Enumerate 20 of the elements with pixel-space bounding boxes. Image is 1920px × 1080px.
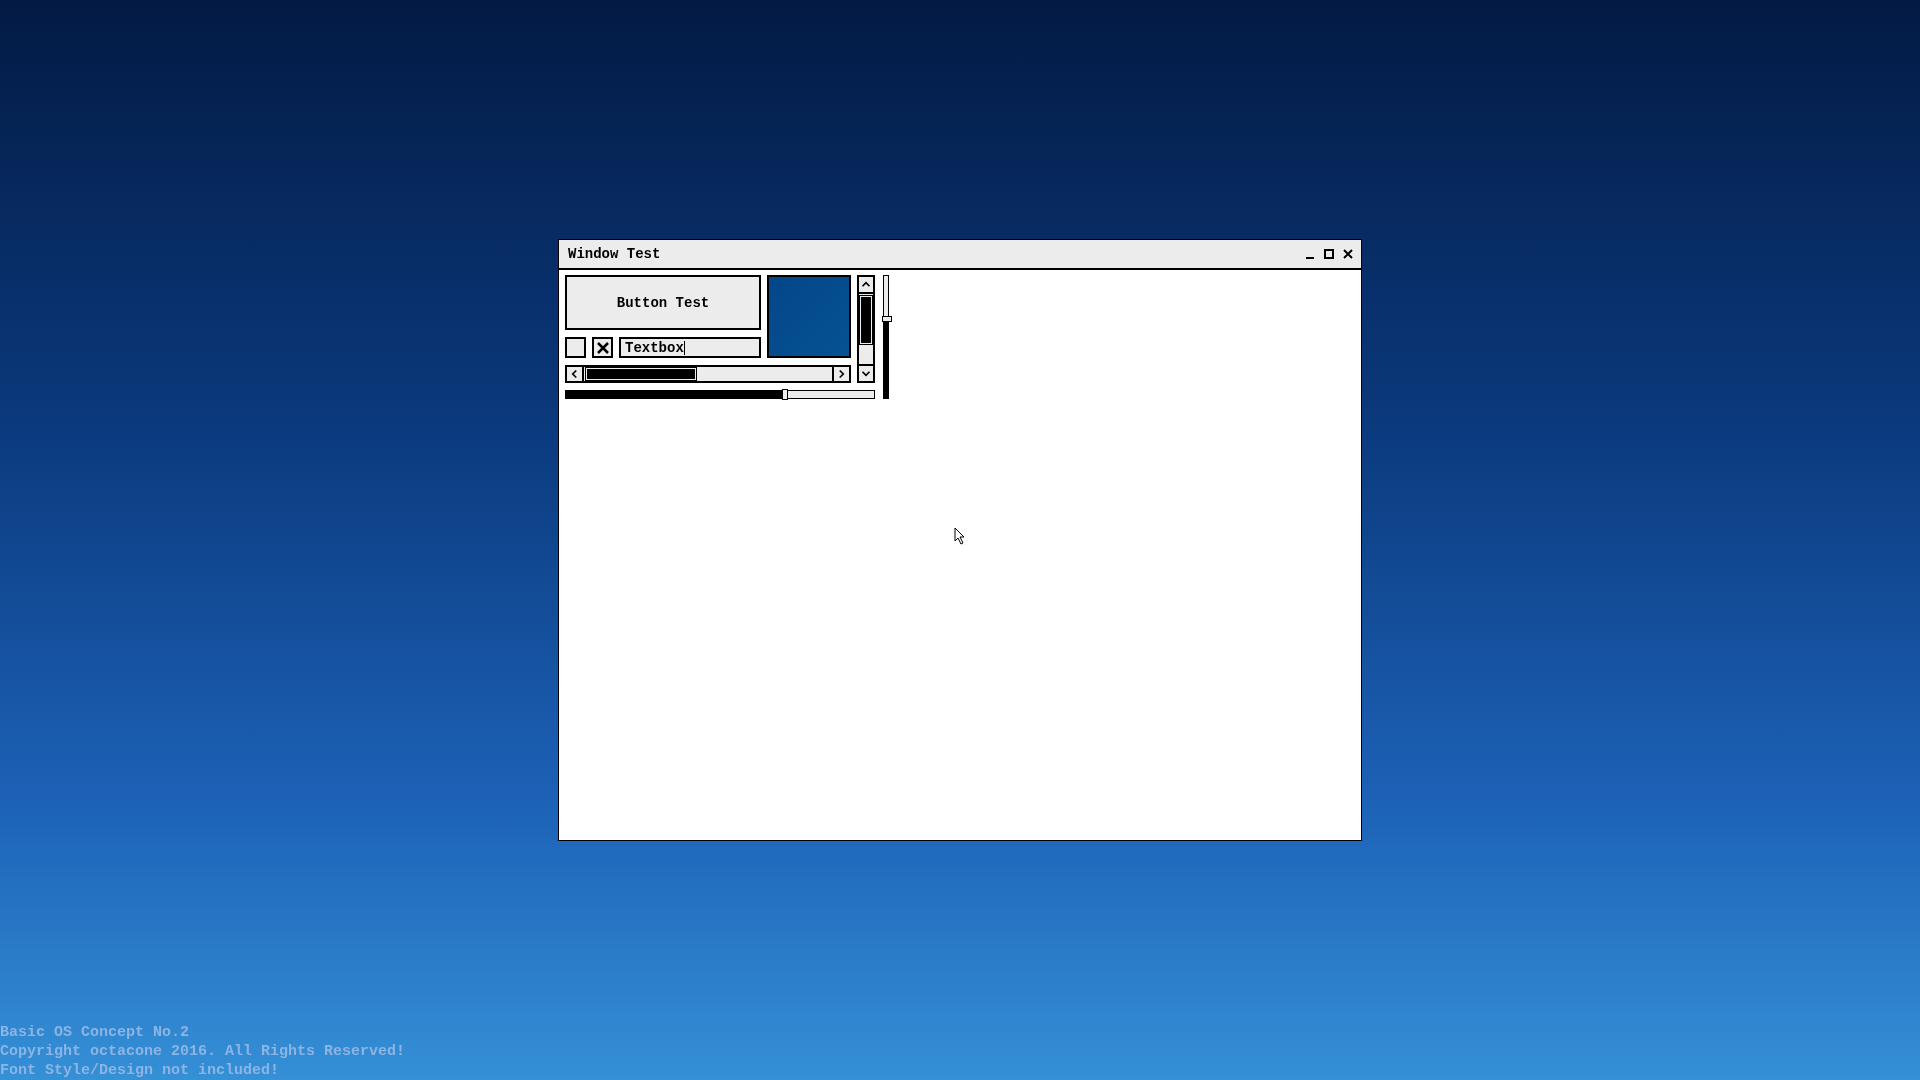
text-field[interactable]: Textbox bbox=[619, 337, 761, 358]
horizontal-slider[interactable] bbox=[565, 390, 875, 399]
cross-icon bbox=[596, 341, 609, 354]
maximize-icon[interactable] bbox=[1324, 249, 1334, 259]
scroll-thumb[interactable] bbox=[860, 296, 872, 344]
slider-handle[interactable] bbox=[781, 389, 788, 400]
footer-text: Font Style/Design not included! bbox=[0, 1061, 281, 1080]
horizontal-scrollbar[interactable] bbox=[565, 365, 851, 383]
push-button[interactable]: Button Test bbox=[565, 275, 761, 330]
slider-handle[interactable] bbox=[882, 315, 892, 322]
footer-text: Basic OS Concept No.2 bbox=[0, 1023, 191, 1042]
scroll-thumb[interactable] bbox=[586, 368, 696, 380]
checkbox[interactable] bbox=[565, 337, 586, 358]
footer-text: Copyright octacone 2016. All Rights Reserved! bbox=[0, 1042, 406, 1061]
checkbox[interactable] bbox=[592, 337, 613, 358]
mouse-pointer-icon bbox=[954, 527, 966, 545]
close-icon[interactable] bbox=[1343, 249, 1353, 259]
window-title: Window Test bbox=[568, 246, 661, 262]
vertical-slider[interactable] bbox=[883, 275, 889, 399]
vertical-scrollbar[interactable] bbox=[857, 275, 875, 383]
